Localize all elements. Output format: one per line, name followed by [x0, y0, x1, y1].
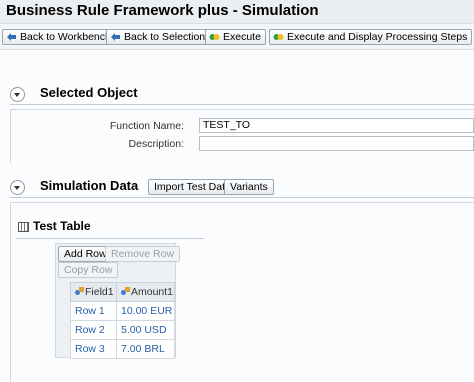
section-divider	[10, 197, 474, 198]
execute-and-display-button[interactable]: Execute and Display Processing Steps	[269, 29, 473, 45]
collapse-toggle-icon[interactable]	[10, 180, 25, 195]
back-to-workbench-label: Back to Workbench	[20, 31, 111, 43]
test-table-divider	[16, 238, 204, 239]
data-object-icon	[121, 287, 130, 296]
execute-label: Execute	[223, 31, 261, 43]
table-row[interactable]: Row 3 7.00 BRL	[70, 339, 175, 359]
function-name-field[interactable]: TEST_TO	[199, 118, 474, 133]
function-name-label: Function Name:	[109, 120, 184, 132]
table-cell[interactable]: Row 1	[70, 301, 117, 321]
table-icon	[18, 222, 29, 232]
execute-icon	[209, 34, 220, 40]
remove-row-button[interactable]: Remove Row	[105, 246, 181, 262]
toolbar: Back to Workbench Back to Selection Exec…	[0, 24, 474, 50]
variants-button[interactable]: Variants	[224, 179, 274, 195]
test-table-title: Test Table	[33, 219, 91, 233]
back-to-selection-label: Back to Selection	[124, 31, 206, 43]
execute-button[interactable]: Execute	[205, 29, 266, 45]
table-cell[interactable]: 7.00 BRL	[116, 339, 175, 359]
copy-row-button[interactable]: Copy Row	[58, 262, 119, 278]
column-header-field1[interactable]: Field1	[70, 282, 117, 302]
back-arrow-icon	[111, 33, 120, 41]
selected-object-header: Selected Object	[10, 85, 310, 105]
title-bar: Business Rule Framework plus - Simulatio…	[0, 0, 474, 24]
table-row[interactable]: Row 2 5.00 USD	[70, 320, 175, 340]
back-to-workbench-button[interactable]: Back to Workbench	[2, 29, 116, 45]
column-header-amount1[interactable]: Amount1	[116, 282, 175, 302]
table-cell[interactable]: 10.00 EUR	[116, 301, 175, 321]
table-cell[interactable]: Row 3	[70, 339, 117, 359]
test-table: Field1 Amount1 Row 1 10.00 EUR Row 2 5.0…	[70, 282, 175, 359]
description-label: Description:	[128, 138, 184, 150]
back-to-selection-button[interactable]: Back to Selection	[106, 29, 211, 45]
simulation-data-title: Simulation Data	[40, 178, 139, 193]
page-title: Business Rule Framework plus - Simulatio…	[6, 2, 319, 19]
simulation-data-header: Simulation Data	[10, 178, 150, 198]
execute-steps-icon	[273, 34, 284, 40]
table-cell[interactable]: Row 2	[70, 320, 117, 340]
collapse-toggle-icon[interactable]	[10, 87, 25, 102]
section-divider	[10, 104, 474, 105]
back-arrow-icon	[7, 33, 16, 41]
table-cell[interactable]: 5.00 USD	[116, 320, 175, 340]
table-row[interactable]: Row 1 10.00 EUR	[70, 301, 175, 321]
selected-object-title: Selected Object	[40, 85, 138, 100]
execute-and-display-label: Execute and Display Processing Steps	[287, 31, 468, 43]
data-object-icon	[75, 287, 84, 296]
description-field[interactable]	[199, 136, 474, 151]
